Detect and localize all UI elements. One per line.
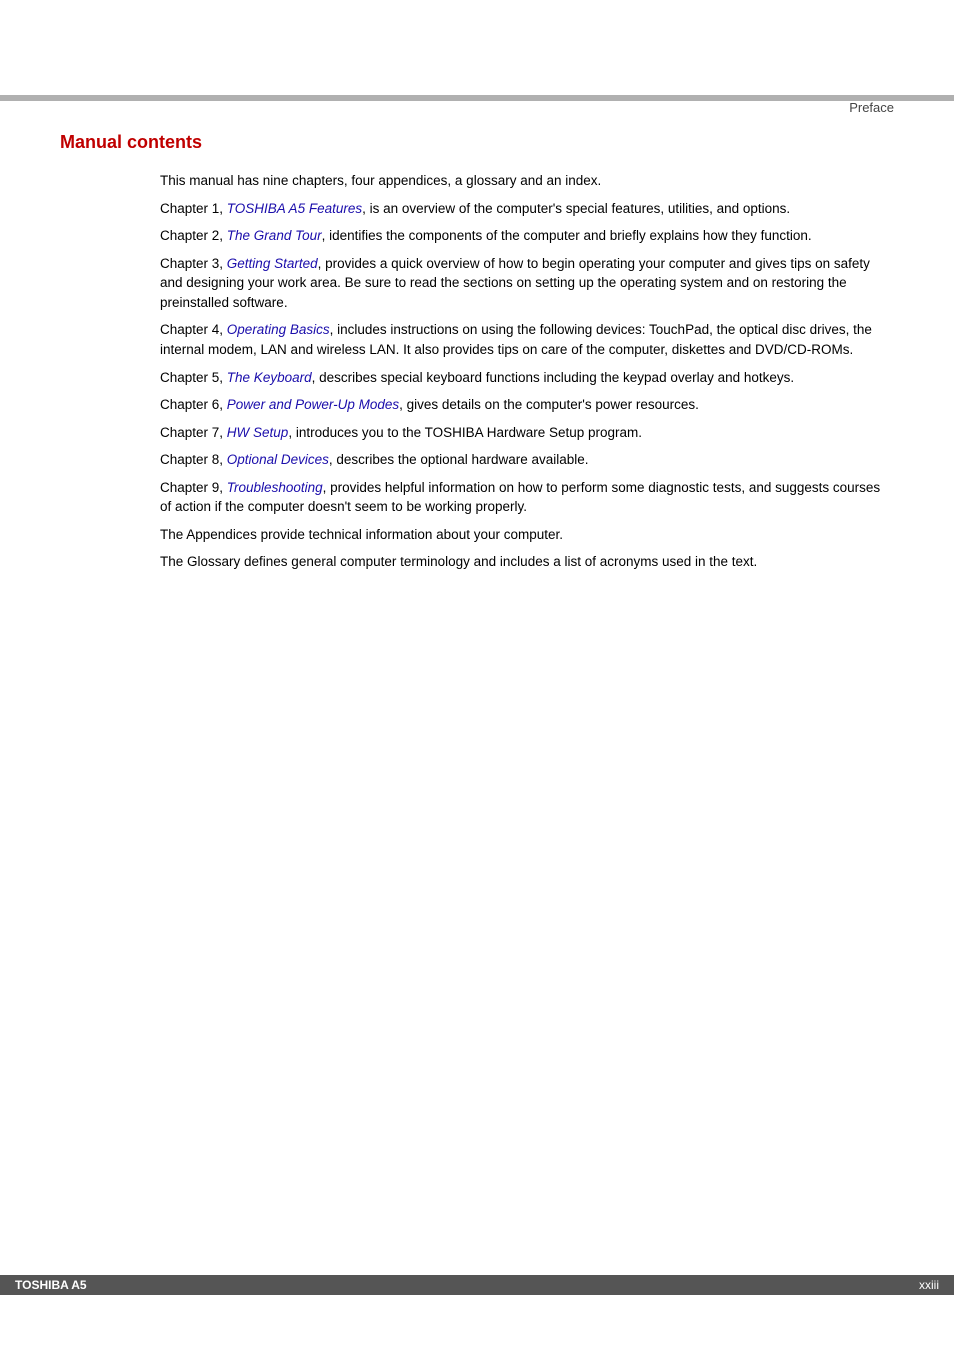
- bottom-bar: TOSHIBA A5 xxiii: [0, 1275, 954, 1295]
- chapter-2-paragraph: Chapter 2, The Grand Tour, identifies th…: [160, 226, 884, 246]
- chapter-7-paragraph: Chapter 7, HW Setup, introduces you to t…: [160, 423, 884, 443]
- bottom-bar-product: TOSHIBA A5: [15, 1278, 87, 1292]
- chapter-7-link[interactable]: HW Setup: [227, 425, 289, 440]
- chapter-8-link[interactable]: Optional Devices: [227, 452, 329, 467]
- indented-content: This manual has nine chapters, four appe…: [160, 171, 884, 572]
- chapter-1-link[interactable]: TOSHIBA A5 Features: [227, 201, 362, 216]
- chapter-9-paragraph: Chapter 9, Troubleshooting, provides hel…: [160, 478, 884, 517]
- chapter-5-paragraph: Chapter 5, The Keyboard, describes speci…: [160, 368, 884, 388]
- page-container: Preface Manual contents This manual has …: [0, 0, 954, 1350]
- appendices-note: The Appendices provide technical informa…: [160, 525, 884, 545]
- chapter-3-link[interactable]: Getting Started: [227, 256, 318, 271]
- chapters-container: Chapter 1, TOSHIBA A5 Features, is an ov…: [160, 199, 884, 517]
- chapter-6-paragraph: Chapter 6, Power and Power-Up Modes, giv…: [160, 395, 884, 415]
- top-bar: [0, 95, 954, 101]
- chapter-6-link[interactable]: Power and Power-Up Modes: [227, 397, 399, 412]
- chapter-4-link[interactable]: Operating Basics: [227, 322, 330, 337]
- chapter-5-link[interactable]: The Keyboard: [227, 370, 312, 385]
- bottom-bar-page: xxiii: [919, 1278, 939, 1292]
- chapter-8-paragraph: Chapter 8, Optional Devices, describes t…: [160, 450, 884, 470]
- glossary-note: The Glossary defines general computer te…: [160, 552, 884, 572]
- chapter-3-paragraph: Chapter 3, Getting Started, provides a q…: [160, 254, 884, 313]
- chapter-2-link[interactable]: The Grand Tour: [227, 228, 322, 243]
- chapter-9-link[interactable]: Troubleshooting: [227, 480, 323, 495]
- intro-paragraph: This manual has nine chapters, four appe…: [160, 171, 884, 191]
- chapter-1-paragraph: Chapter 1, TOSHIBA A5 Features, is an ov…: [160, 199, 884, 219]
- chapter-4-paragraph: Chapter 4, Operating Basics, includes in…: [160, 320, 884, 359]
- content-area: Manual contents This manual has nine cha…: [60, 120, 894, 580]
- section-title: Manual contents: [60, 132, 894, 153]
- header-label: Preface: [849, 100, 894, 115]
